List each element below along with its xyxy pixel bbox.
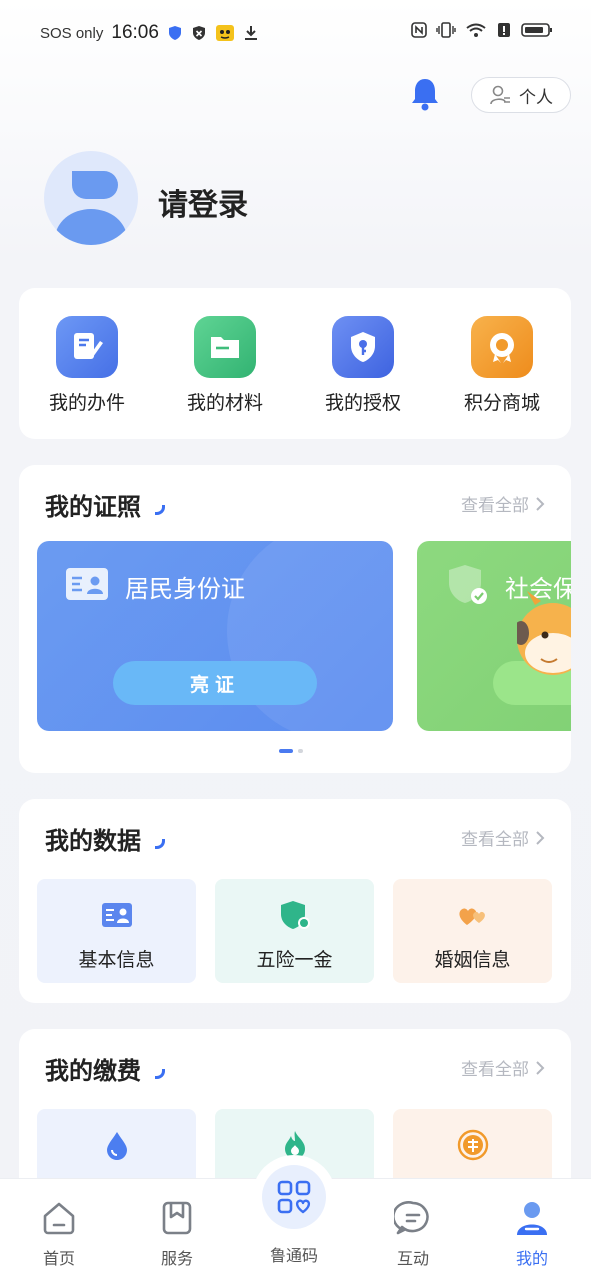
indicator-active: [279, 749, 293, 753]
nav-interaction-label: 互动: [396, 1249, 429, 1268]
status-bar: SOS only 16:06: [0, 0, 591, 66]
see-all-label: 查看全部: [461, 496, 529, 516]
id-card-icon: [66, 568, 108, 600]
chevron-right-icon: [536, 496, 545, 511]
clock: 16:06: [111, 22, 159, 43]
my-materials-label: 我的材料: [186, 392, 263, 414]
title-decoration: [155, 1069, 165, 1079]
points-mall-label: 积分商城: [463, 392, 540, 414]
nav-home[interactable]: 首页: [19, 1199, 99, 1269]
section-title: 我的缴费: [45, 1057, 141, 1085]
my-licenses-card: 我的证照 查看全部 居民身份证 亮证 社会保: [19, 465, 571, 773]
home-icon: [43, 1202, 75, 1235]
nav-lutong-code[interactable]: [252, 1155, 336, 1239]
my-affairs-label: 我的办件: [48, 392, 125, 414]
nav-home-label: 首页: [42, 1249, 75, 1268]
wifi-icon: [466, 23, 486, 37]
mascot-cow-icon[interactable]: [517, 587, 571, 687]
nav-mine[interactable]: 我的: [492, 1199, 572, 1269]
license-name: 居民身份证: [125, 575, 245, 603]
nav-interaction[interactable]: 互动: [373, 1199, 453, 1269]
see-all-licenses[interactable]: 查看全部: [461, 491, 545, 516]
my-data-card: 我的数据 查看全部 基本信息 五险一金 婚姻信息: [19, 799, 571, 1003]
see-all-label: 查看全部: [461, 830, 529, 850]
chevron-right-icon: [536, 1060, 545, 1075]
hearts-icon: [459, 908, 485, 925]
section-title: 我的证照: [45, 493, 141, 521]
carousel-indicator: [279, 749, 303, 753]
social-security-icon: [449, 565, 487, 604]
center-button-inner: [262, 1165, 326, 1229]
tile-label: 基本信息: [78, 949, 155, 971]
carrier-text: SOS only: [40, 24, 104, 42]
my-materials-entry[interactable]: 我的材料: [170, 316, 280, 415]
my-authorization-label: 我的授权: [324, 392, 401, 414]
my-authorization-entry[interactable]: 我的授权: [308, 316, 418, 415]
quick-entries-card: 我的办件 我的材料 我的授权 积分商城: [19, 288, 571, 439]
bookmark-icon: [162, 1201, 192, 1235]
indicator-inactive: [298, 749, 303, 753]
tax-coin-icon: [457, 1129, 489, 1161]
title-decoration: [155, 839, 165, 849]
personal-label: 个人: [519, 87, 553, 108]
personal-button[interactable]: 个人: [471, 77, 571, 113]
login-prompt[interactable]: 请登录: [158, 180, 248, 224]
chevron-right-icon: [536, 830, 545, 845]
nav-services[interactable]: 服务: [137, 1199, 217, 1269]
section-title: 我的数据: [45, 827, 141, 855]
qr-grid-icon: [277, 1180, 311, 1214]
alert-icon: [498, 23, 510, 37]
nav-lutong-label[interactable]: 鲁通码: [252, 1242, 336, 1266]
nfc-icon: [411, 22, 427, 38]
nav-mine-label: 我的: [515, 1249, 548, 1268]
marriage-info-tile[interactable]: 婚姻信息: [393, 879, 552, 983]
insurance-fund-tile[interactable]: 五险一金: [215, 879, 374, 983]
default-avatar-icon: [55, 171, 127, 245]
chat-bubble-icon: [392, 1201, 429, 1235]
points-mall-entry[interactable]: 积分商城: [447, 316, 557, 415]
id-card-license[interactable]: 居民身份证 亮证: [37, 541, 393, 731]
shield-key-icon: [332, 316, 394, 378]
vpn-status-icon: [192, 26, 205, 40]
app-notification-icon: [215, 25, 234, 41]
id-card-icon: [102, 903, 132, 927]
vibrate-icon: [436, 22, 456, 38]
see-all-data[interactable]: 查看全部: [461, 825, 545, 850]
my-affairs-entry[interactable]: 我的办件: [32, 316, 142, 415]
show-license-button[interactable]: 亮证: [113, 661, 317, 705]
person-switch-icon: [490, 85, 510, 105]
water-drop-icon: [107, 1132, 127, 1160]
battery-icon: [521, 23, 552, 37]
avatar[interactable]: [44, 151, 138, 245]
tile-label: 五险一金: [256, 949, 333, 971]
shield-status-icon: [168, 26, 181, 40]
notification-bell-icon[interactable]: [408, 76, 442, 112]
download-status-icon: [244, 26, 257, 40]
nav-services-label: 服务: [160, 1249, 193, 1268]
tile-label: 婚姻信息: [434, 949, 511, 971]
title-decoration: [155, 505, 165, 515]
insurance-shield-icon: [281, 901, 310, 929]
folder-icon: [194, 316, 256, 378]
see-all-fees[interactable]: 查看全部: [461, 1055, 545, 1080]
basic-info-tile[interactable]: 基本信息: [37, 879, 196, 983]
edit-doc-icon: [56, 316, 118, 378]
badge-award-icon: [471, 316, 533, 378]
user-icon: [517, 1202, 547, 1235]
see-all-label: 查看全部: [461, 1060, 529, 1080]
